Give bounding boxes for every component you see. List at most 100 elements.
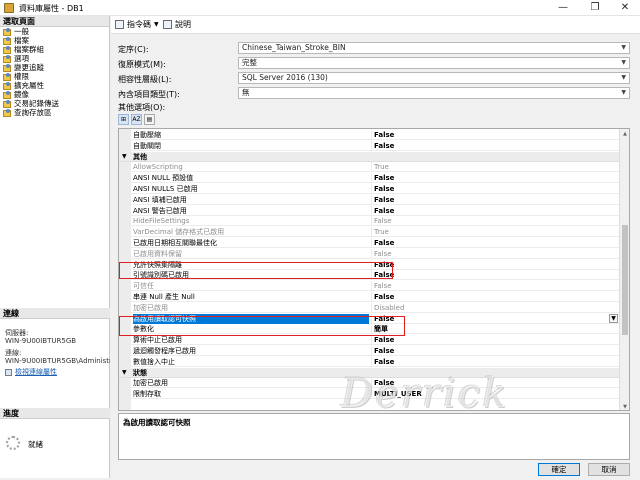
property-row[interactable]: ANSI 警告已啟用 False bbox=[119, 205, 620, 216]
highlight-box-snapshot-isolation bbox=[119, 262, 393, 279]
minimize-button[interactable]: — bbox=[548, 0, 578, 16]
script-icon bbox=[115, 20, 124, 29]
property-row[interactable]: AllowScripting True bbox=[119, 162, 620, 173]
property-row[interactable]: 加密已啟用 Disabled bbox=[119, 302, 620, 313]
property-pages-button[interactable]: ▤ bbox=[144, 114, 155, 125]
chevron-down-icon: ▼ bbox=[621, 89, 626, 96]
property-row[interactable]: 可信任 False bbox=[119, 281, 620, 292]
connection-value: WIN-9U00IBTUR5GB\Administrat bbox=[5, 357, 110, 365]
page-wrench-icon bbox=[3, 64, 11, 72]
script-button[interactable]: 指令碼 ▼ bbox=[115, 19, 159, 30]
property-row[interactable]: 已啟用日期相互關聯最佳化 False bbox=[119, 238, 620, 248]
recovery-value: 完整 bbox=[242, 58, 257, 67]
cancel-button[interactable]: 取消 bbox=[588, 463, 630, 476]
alphabetical-button[interactable]: AZ bbox=[131, 114, 142, 125]
server-value: WIN-9U00IBTUR5GB bbox=[5, 337, 77, 345]
view-connection-properties-link[interactable]: 檢視連線屬性 bbox=[0, 368, 110, 377]
property-category[interactable]: ▼ 狀態 bbox=[119, 367, 620, 378]
property-value: True bbox=[371, 162, 620, 173]
property-row[interactable]: 算術中止已啟用 False bbox=[119, 335, 620, 346]
property-name: 加密已啟用 bbox=[133, 379, 168, 388]
connection-section: 連線 伺服器: WIN-9U00IBTUR5GB 連線: WIN-9U00IBT… bbox=[0, 308, 110, 377]
maximize-button[interactable]: ❐ bbox=[580, 0, 610, 16]
compat-select[interactable]: SQL Server 2016 (130) ▼ bbox=[238, 72, 630, 84]
property-name: 限制存取 bbox=[133, 390, 161, 399]
property-row[interactable]: ANSI NULL 預設值 False bbox=[119, 173, 620, 184]
property-row[interactable]: 遞迴觸發程序已啟用 False bbox=[119, 346, 620, 356]
collation-value: Chinese_Taiwan_Stroke_BIN bbox=[242, 43, 346, 52]
page-wrench-icon bbox=[3, 73, 11, 81]
page-wrench-icon bbox=[3, 91, 11, 99]
property-name: 串連 Null 產生 Null bbox=[133, 293, 195, 301]
containment-label: 內含項目類型(T): bbox=[118, 90, 180, 99]
value-dropdown-icon[interactable]: ▼ bbox=[609, 313, 618, 323]
property-value: False bbox=[371, 313, 620, 324]
description-title: 為啟用讀取認可快照 bbox=[123, 418, 191, 427]
recovery-label: 復原模式(M): bbox=[118, 60, 166, 69]
property-value: False bbox=[371, 270, 620, 281]
ok-button[interactable]: 確定 bbox=[538, 463, 580, 476]
property-name: ANSI 填補已啟用 bbox=[133, 195, 187, 204]
title-bar: 資料庫屬性 - DB1 — ❐ ✕ bbox=[0, 0, 640, 16]
property-name: 自動關閉 bbox=[133, 141, 161, 150]
property-name: ANSI NULLS 已啟用 bbox=[133, 185, 198, 193]
containment-select[interactable]: 無 ▼ bbox=[238, 87, 630, 99]
page-item[interactable]: 查詢存放區 bbox=[0, 108, 109, 117]
property-row[interactable]: 已啟用資料保留 False bbox=[119, 248, 620, 259]
property-value: False bbox=[371, 292, 620, 302]
property-name: AllowScripting bbox=[133, 163, 183, 172]
chevron-down-icon: ▼ bbox=[621, 44, 626, 51]
property-name: 已啟用日期相互關聯最佳化 bbox=[133, 239, 217, 247]
property-row[interactable]: HideFileSettings False bbox=[119, 216, 620, 227]
property-value: False bbox=[371, 184, 620, 194]
property-value: False bbox=[371, 346, 620, 356]
collapse-icon[interactable]: ▼ bbox=[122, 152, 127, 162]
main-pane: 指令碼 ▼ 說明 定序(C): Chinese_Taiwan_Stroke_BI… bbox=[111, 16, 640, 462]
property-name: VarDecimal 儲存格式已啟用 bbox=[133, 228, 225, 237]
property-value: False bbox=[371, 205, 620, 216]
page-wrench-icon bbox=[3, 82, 11, 90]
property-value: MULTI_USER bbox=[371, 389, 620, 400]
view-connection-properties-label: 檢視連線屬性 bbox=[15, 368, 57, 376]
property-row[interactable]: ANSI NULLS 已啟用 False bbox=[119, 184, 620, 194]
page-wrench-icon bbox=[3, 100, 11, 108]
property-row[interactable]: 限制存取 MULTI_USER bbox=[119, 389, 620, 400]
compat-value: SQL Server 2016 (130) bbox=[242, 73, 328, 82]
property-value: False bbox=[371, 248, 620, 259]
property-value: False bbox=[371, 194, 620, 205]
property-row[interactable]: ANSI 填補已啟用 False bbox=[119, 194, 620, 205]
chevron-down-icon: ▼ bbox=[621, 59, 626, 66]
property-name: ANSI 警告已啟用 bbox=[133, 206, 187, 215]
property-category[interactable]: ▼ 其他 bbox=[119, 151, 620, 162]
categorized-button[interactable]: ⊞ bbox=[118, 114, 129, 125]
property-value: False bbox=[371, 281, 620, 292]
close-button[interactable]: ✕ bbox=[610, 0, 640, 16]
property-row[interactable]: VarDecimal 儲存格式已啟用 True bbox=[119, 227, 620, 238]
recovery-select[interactable]: 完整 ▼ bbox=[238, 57, 630, 69]
property-name: 已啟用資料保留 bbox=[133, 249, 182, 258]
property-row[interactable]: 數值捨入中止 False bbox=[119, 356, 620, 367]
property-row[interactable]: 加密已啟用 False bbox=[119, 378, 620, 389]
grid-toolbar: ⊞ AZ ▤ bbox=[118, 114, 157, 126]
property-value: False bbox=[371, 259, 620, 270]
scroll-down-icon[interactable]: ▼ bbox=[620, 402, 629, 410]
property-row[interactable]: 自動關閉 False bbox=[119, 140, 620, 151]
property-value: False bbox=[371, 140, 620, 151]
collapse-icon[interactable]: ▼ bbox=[122, 368, 127, 378]
page-item-label: 查詢存放區 bbox=[14, 108, 52, 117]
chevron-down-icon: ▼ bbox=[154, 21, 159, 28]
help-button[interactable]: 說明 bbox=[163, 19, 191, 30]
property-row[interactable]: 自動壓縮 False bbox=[119, 130, 620, 140]
properties-icon bbox=[5, 369, 12, 376]
scrollbar-thumb[interactable] bbox=[622, 225, 628, 335]
left-pane: 選取頁面 一般 檔案 檔案群組 選項 變更追蹤 權限 擴充屬性 鏡像 交易記錄傳送 查詢存放區 連… bbox=[0, 16, 110, 478]
property-value: False bbox=[371, 173, 620, 184]
highlight-box-read-committed-snapshot bbox=[119, 316, 405, 336]
property-row[interactable]: 串連 Null 產生 Null False bbox=[119, 292, 620, 302]
collation-select[interactable]: Chinese_Taiwan_Stroke_BIN ▼ bbox=[238, 42, 630, 54]
property-value: False bbox=[371, 335, 620, 346]
window-title: 資料庫屬性 - DB1 bbox=[19, 4, 84, 13]
help-icon bbox=[163, 20, 172, 29]
vertical-scrollbar[interactable]: ▲ ▼ bbox=[619, 129, 629, 410]
scroll-up-icon[interactable]: ▲ bbox=[620, 129, 629, 139]
